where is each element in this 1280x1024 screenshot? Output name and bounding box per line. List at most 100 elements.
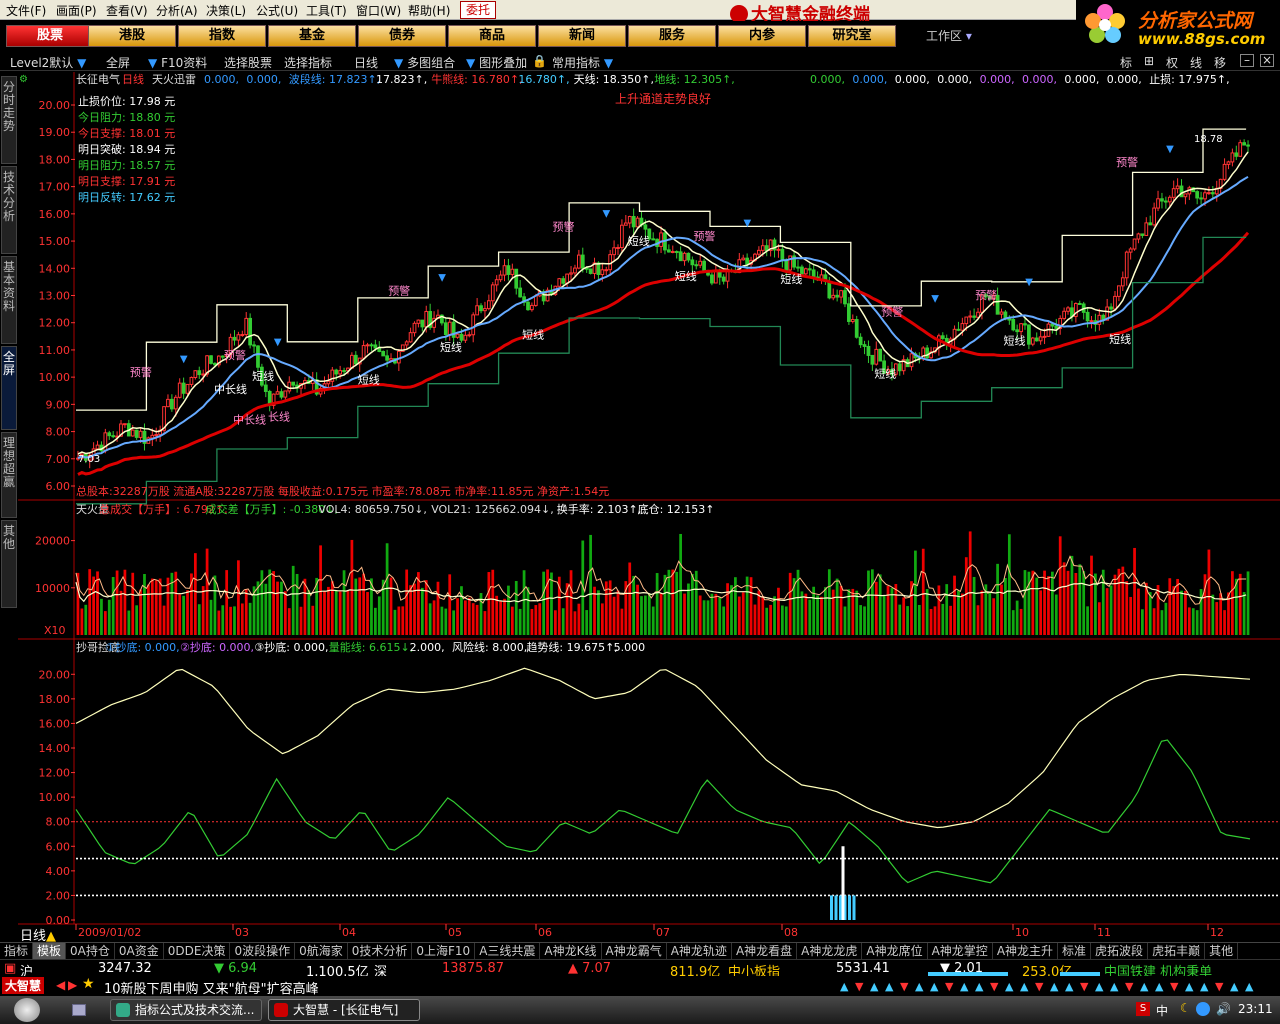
weituo-button[interactable]: 委托 — [460, 1, 497, 19]
side-tab-intraday[interactable]: 分时走势 — [1, 76, 17, 164]
indicator-tab[interactable]: 0A资金 — [115, 943, 164, 959]
indicator-tab[interactable]: A神龙霸气 — [602, 943, 667, 959]
volume-bar — [714, 593, 718, 635]
indicator-tab[interactable]: A三线共震 — [475, 943, 541, 959]
indicator-tab[interactable]: A神龙看盘 — [732, 943, 798, 959]
volume-icon[interactable]: 🔊 — [1216, 1002, 1231, 1016]
menu-formula[interactable]: 公式(U) — [256, 2, 298, 19]
chart-canvas[interactable]: ⚙ 20.00 19.00 18.00 17.00 16.00 15.00 14.00 13.… — [18, 72, 1280, 942]
volume-bar — [577, 603, 581, 635]
candle-body — [483, 308, 487, 312]
overlay-button[interactable]: ▼ 图形叠加 — [466, 54, 527, 71]
volume-bar — [1121, 566, 1125, 635]
indicator-tab[interactable]: 虎拓丰巅 — [1148, 943, 1206, 959]
start-orb-icon[interactable] — [14, 998, 40, 1022]
indicator-tab[interactable]: A神龙席位 — [862, 943, 928, 959]
menu-analysis[interactable]: 分析(A) — [156, 2, 198, 19]
indicator-tab[interactable]: 虎拓波段 — [1091, 943, 1149, 959]
common-indicator-button[interactable]: 常用指标 ▼ — [552, 54, 613, 71]
volume-bar — [221, 605, 225, 635]
menu-window[interactable]: 窗口(W) — [356, 2, 401, 19]
level2-select[interactable]: Level2默认 ▼ — [10, 54, 86, 71]
close-icon[interactable]: × — [1260, 54, 1274, 67]
tray-app-icon[interactable] — [1196, 1002, 1210, 1016]
show-desktop-icon[interactable] — [72, 1004, 86, 1016]
toolbar-move-button[interactable]: 移 — [1214, 54, 1226, 71]
nav-insider[interactable]: 内参 — [718, 25, 806, 47]
indicator-tab[interactable]: 模板 — [33, 943, 67, 959]
nav-news[interactable]: 新闻 — [538, 25, 626, 47]
menu-tools[interactable]: 工具(T) — [306, 2, 347, 19]
minimize-icon[interactable]: – — [1240, 54, 1254, 67]
menu-view-panel[interactable]: 画面(P) — [56, 2, 97, 19]
indicator-tab[interactable]: A神龙主升 — [993, 943, 1059, 959]
candle-body — [447, 321, 452, 335]
select-stock-button[interactable]: 选择股票 — [224, 54, 272, 71]
taskbar-item-dzh[interactable]: 大智慧 - [长征电气] — [268, 999, 420, 1021]
grid-icon[interactable]: ⊞ — [1144, 54, 1154, 68]
menu-file[interactable]: 文件(F) — [6, 2, 46, 19]
menu-view[interactable]: 查看(V) — [106, 2, 148, 19]
volume-bar — [925, 589, 929, 635]
candle-body — [972, 315, 976, 318]
news-headline[interactable]: 10新股下周申购 又来"航母"扩容高峰 — [104, 978, 319, 997]
indicator-tab[interactable]: 指标 — [0, 943, 34, 959]
f10-button[interactable]: ▼ F10资料 — [148, 54, 207, 71]
indicator-tab[interactable]: A神龙轨迹 — [667, 943, 732, 959]
nav-fund[interactable]: 基金 — [268, 25, 356, 47]
side-tab-technical[interactable]: 技术分析 — [1, 166, 17, 254]
indicator-tab[interactable]: 0DDE决策 — [164, 943, 231, 959]
workspace-menu[interactable]: 工作区 ▾ — [926, 27, 972, 44]
side-tab-basic[interactable]: 基本资料 — [1, 256, 17, 344]
multi-chart-button[interactable]: ▼ 多图组合 — [394, 54, 455, 71]
side-tab-other[interactable]: 其他 — [1, 520, 17, 608]
settings-gear-icon[interactable]: ⚙ — [19, 74, 28, 85]
menu-decision[interactable]: 决策(L) — [206, 2, 246, 19]
news-next-icon[interactable]: ▶ — [68, 978, 77, 992]
side-tab-ideal[interactable]: 理想超赢 — [1, 432, 17, 518]
candle-body — [154, 434, 159, 437]
nav-hk[interactable]: 港股 — [88, 25, 176, 47]
candle-body — [831, 294, 836, 299]
indicator-tab[interactable]: 0航海家 — [295, 943, 348, 959]
volume-bar — [788, 572, 792, 635]
ime-label[interactable]: 中 — [1156, 1002, 1168, 1019]
indicator-tab[interactable]: 0上海F10 — [412, 943, 476, 959]
toolbar-line-button[interactable]: 线 — [1190, 54, 1202, 71]
news-prev-icon[interactable]: ◀ — [56, 978, 65, 992]
pick-indicator-button[interactable]: 选择指标 — [284, 54, 332, 71]
indicator-tab[interactable]: 其他 — [1205, 943, 1239, 959]
sogou-icon[interactable]: S — [1136, 1002, 1150, 1016]
toolbar-mark-button[interactable]: 标 — [1120, 54, 1132, 71]
nav-service[interactable]: 服务 — [628, 25, 716, 47]
nav-commodity[interactable]: 商品 — [448, 25, 536, 47]
indicator-tab[interactable]: A神龙K线 — [540, 943, 602, 959]
volume-bar — [268, 569, 272, 635]
taskbar-item-forum[interactable]: 指标公式及技术交流... — [110, 999, 262, 1021]
nav-index[interactable]: 指数 — [178, 25, 266, 47]
volume-bar — [964, 557, 968, 635]
candle-body — [471, 314, 476, 336]
chart-area[interactable]: ⚙ 20.00 19.00 18.00 17.00 16.00 15.00 14.00 13.… — [18, 72, 1280, 942]
indicator-tab[interactable]: 0技术分析 — [348, 943, 413, 959]
midlong-label: 中长线 — [214, 382, 247, 396]
nav-research[interactable]: 研究室 — [808, 25, 896, 47]
indicator-tab[interactable]: A神龙掌控 — [928, 943, 993, 959]
period-select[interactable]: 日线 — [354, 54, 378, 71]
nav-bond[interactable]: 债券 — [358, 25, 446, 47]
volume-bar — [589, 534, 592, 635]
indicator-tab[interactable]: 0波段操作 — [230, 943, 296, 959]
date-tick: 11 — [1097, 926, 1111, 939]
menu-help[interactable]: 帮助(H) — [408, 2, 450, 19]
fullscreen-button[interactable]: 全屏 — [106, 54, 130, 71]
side-tab-fullscreen[interactable]: 全屏 — [1, 346, 17, 430]
lock-icon[interactable]: 🔒 — [532, 54, 547, 68]
candle-body — [682, 252, 687, 262]
volume-bar — [1047, 576, 1050, 635]
indicator-tab[interactable]: A神龙龙虎 — [797, 943, 863, 959]
nav-stocks[interactable]: 股票 — [6, 25, 94, 47]
indicator-tab[interactable]: 标准 — [1058, 943, 1092, 959]
indicator-tab[interactable]: 0A持仓 — [66, 943, 115, 959]
toolbar-rights-button[interactable]: 权 — [1166, 54, 1178, 71]
multi-label: 多图组合 — [407, 56, 456, 70]
